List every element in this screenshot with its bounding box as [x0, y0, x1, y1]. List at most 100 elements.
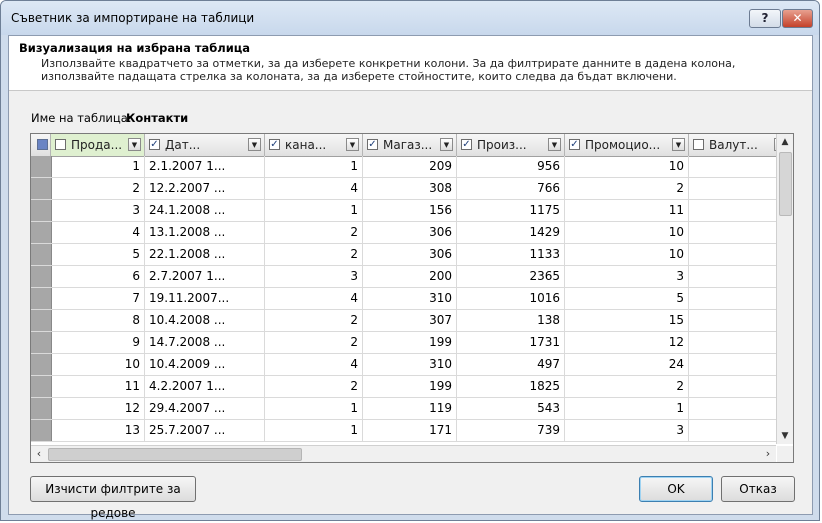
column-checkbox-4[interactable]: ✓: [367, 139, 378, 150]
scrollbar-corner: [777, 446, 793, 462]
row-header[interactable]: [31, 222, 52, 243]
table-row[interactable]: 719.11.2007...4310101651: [31, 288, 791, 310]
row-header[interactable]: [31, 354, 52, 375]
table-row[interactable]: 810.4.2008 ...2307138151: [31, 310, 791, 332]
row-header[interactable]: [31, 310, 52, 331]
column-checkbox-5[interactable]: ✓: [461, 139, 472, 150]
table-cell: 2: [265, 244, 363, 265]
table-row[interactable]: 1325.7.2007 ...117173931: [31, 420, 791, 442]
row-header[interactable]: [31, 244, 52, 265]
scroll-up-arrow-icon[interactable]: ▲: [777, 134, 793, 150]
ok-button[interactable]: OK: [639, 476, 713, 502]
table-row[interactable]: 522.1.2008 ...23061133101: [31, 244, 791, 266]
table-row[interactable]: 324.1.2008 ...11561175111: [31, 200, 791, 222]
table-name-value: Контакти: [126, 111, 189, 125]
table-row[interactable]: 413.1.2008 ...23061429101: [31, 222, 791, 244]
table-cell: 4: [51, 222, 145, 243]
column-header-label: Магаз...: [383, 138, 433, 152]
preview-grid[interactable]: Прода... ▼ ✓ Дат... ▼ ✓ кана... ▼ ✓ Магаз... ▼ ✓ Про…: [30, 133, 794, 463]
table-cell: 24: [565, 354, 689, 375]
table-cell: 156: [363, 200, 457, 221]
select-all-cell[interactable]: [31, 134, 51, 156]
row-header[interactable]: [31, 288, 52, 309]
table-cell: 2: [565, 376, 689, 397]
table-cell: 171: [363, 420, 457, 441]
table-cell: 308: [363, 178, 457, 199]
scroll-left-arrow-icon[interactable]: ‹: [31, 446, 47, 462]
vertical-scrollbar[interactable]: ▲ ▼: [776, 134, 793, 444]
dialog-client-area: Визуализация на избрана таблица Използва…: [8, 35, 813, 520]
vertical-scroll-thumb[interactable]: [779, 152, 792, 216]
table-cell: 209: [363, 156, 457, 177]
table-cell: 306: [363, 244, 457, 265]
row-header[interactable]: [31, 420, 52, 441]
table-cell: 22.1.2008 ...: [145, 244, 265, 265]
column-checkbox-1[interactable]: [55, 139, 66, 150]
filter-dropdown-arrow-icon[interactable]: ▼: [248, 138, 261, 151]
table-cell: 310: [363, 288, 457, 309]
table-cell: 310: [363, 354, 457, 375]
header-panel: Визуализация на избрана таблица Използва…: [9, 36, 812, 91]
table-cell: 1825: [457, 376, 565, 397]
table-cell: 3: [565, 420, 689, 441]
table-cell: 1133: [457, 244, 565, 265]
table-cell: 5: [565, 288, 689, 309]
cancel-button[interactable]: Отказ: [721, 476, 795, 502]
scroll-right-arrow-icon[interactable]: ›: [760, 446, 776, 462]
table-row[interactable]: 914.7.2008 ...21991731121: [31, 332, 791, 354]
filter-dropdown-arrow-icon[interactable]: ▼: [672, 138, 685, 151]
column-checkbox-6[interactable]: ✓: [569, 139, 580, 150]
table-cell: 2: [265, 332, 363, 353]
table-row[interactable]: 62.7.2007 1...3200236531: [31, 266, 791, 288]
column-checkbox-7[interactable]: [693, 139, 704, 150]
table-cell: 6: [51, 266, 145, 287]
row-header[interactable]: [31, 266, 52, 287]
column-header-label: Промоцио...: [585, 138, 661, 152]
row-header[interactable]: [31, 332, 52, 353]
row-header[interactable]: [31, 398, 52, 419]
filter-dropdown-arrow-icon[interactable]: ▼: [346, 138, 359, 151]
table-row[interactable]: 12.1.2007 1...1209956101: [31, 156, 791, 178]
filter-dropdown-arrow-icon[interactable]: ▼: [440, 138, 453, 151]
column-header-2[interactable]: ✓ Дат... ▼: [145, 134, 265, 156]
column-header-1[interactable]: Прода... ▼: [51, 134, 145, 156]
clear-row-filters-button[interactable]: Изчисти филтрите за редове: [30, 476, 196, 520]
table-row[interactable]: 1010.4.2009 ...4310497241: [31, 354, 791, 376]
table-cell: 199: [363, 376, 457, 397]
filter-dropdown-arrow-icon[interactable]: ▼: [548, 138, 561, 151]
table-cell: 15: [565, 310, 689, 331]
table-cell: 3: [265, 266, 363, 287]
row-header[interactable]: [31, 178, 52, 199]
column-header-3[interactable]: ✓ кана... ▼: [265, 134, 363, 156]
table-cell: 9: [51, 332, 145, 353]
table-row[interactable]: 1229.4.2007 ...111954311: [31, 398, 791, 420]
select-all-checkbox[interactable]: [37, 139, 48, 150]
table-cell: 497: [457, 354, 565, 375]
horizontal-scrollbar[interactable]: ‹ ›: [31, 445, 776, 462]
table-cell: 4.2.2007 1...: [145, 376, 265, 397]
column-checkbox-2[interactable]: ✓: [149, 139, 160, 150]
table-cell: 543: [457, 398, 565, 419]
column-header-5[interactable]: ✓ Произ... ▼: [457, 134, 565, 156]
column-header-label: Прода...: [71, 138, 123, 152]
filter-dropdown-arrow-icon[interactable]: ▼: [128, 138, 141, 151]
table-name-label: Име на таблица:: [31, 111, 132, 125]
table-cell: 1429: [457, 222, 565, 243]
scroll-down-arrow-icon[interactable]: ▼: [777, 428, 793, 444]
column-header-4[interactable]: ✓ Магаз... ▼: [363, 134, 457, 156]
help-button[interactable]: ?: [749, 9, 781, 28]
column-header-label: Валут...: [709, 138, 758, 152]
row-header[interactable]: [31, 200, 52, 221]
table-row[interactable]: 114.2.2007 1...2199182521: [31, 376, 791, 398]
table-cell: 11: [51, 376, 145, 397]
row-header[interactable]: [31, 156, 52, 177]
column-checkbox-3[interactable]: ✓: [269, 139, 280, 150]
row-header[interactable]: [31, 376, 52, 397]
close-button[interactable]: ✕: [782, 9, 813, 28]
column-header-6[interactable]: ✓ Промоцио... ▼: [565, 134, 689, 156]
table-row[interactable]: 212.2.2007 ...430876621: [31, 178, 791, 200]
horizontal-scroll-thumb[interactable]: [48, 448, 302, 461]
table-cell: 10: [565, 156, 689, 177]
table-cell: 306: [363, 222, 457, 243]
table-cell: 2: [51, 178, 145, 199]
